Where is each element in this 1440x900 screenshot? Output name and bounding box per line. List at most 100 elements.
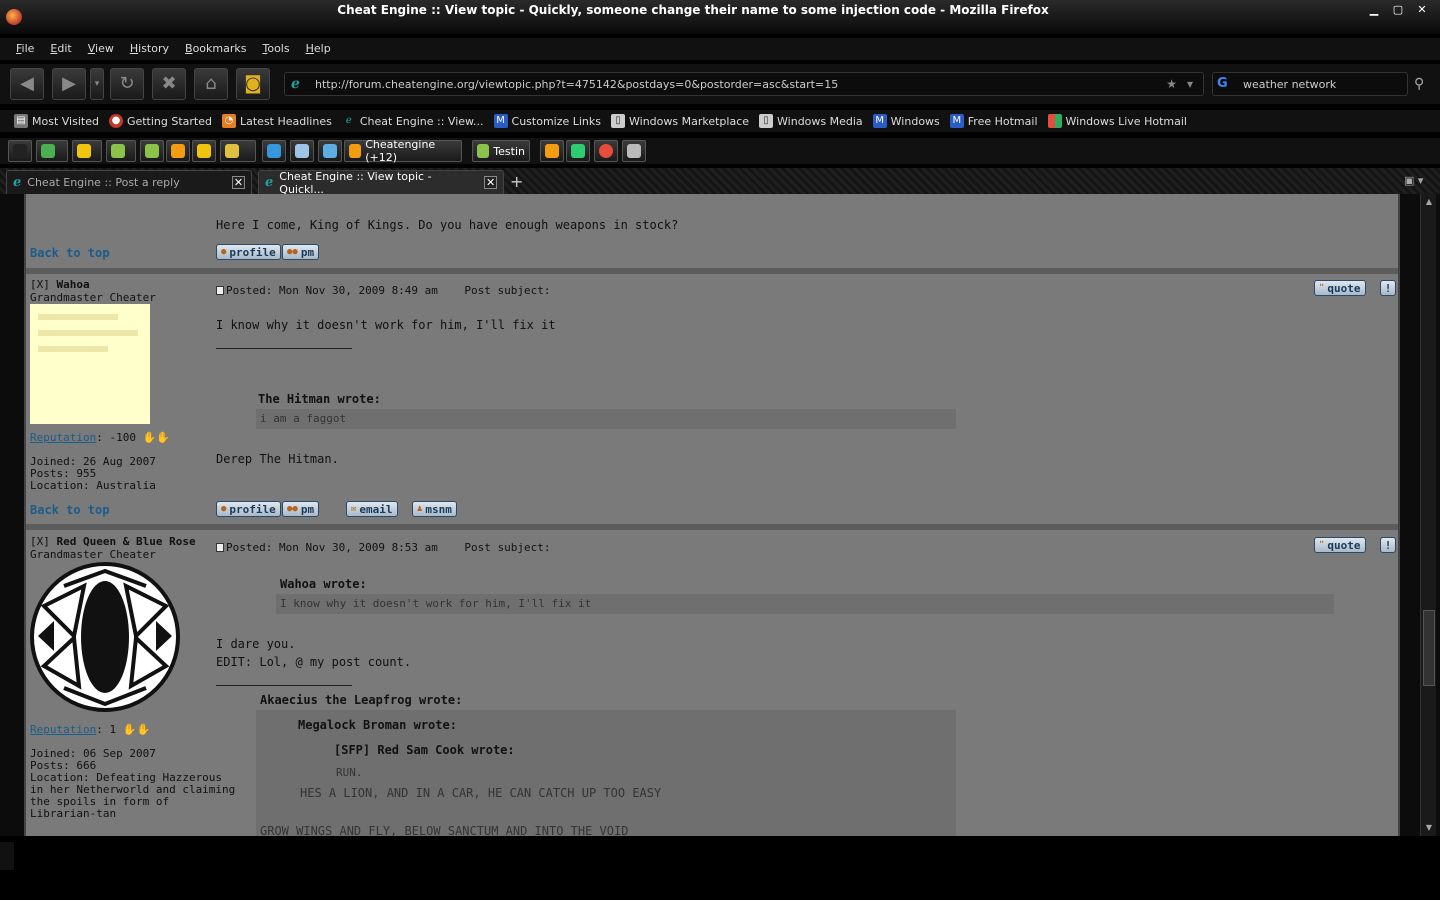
search-input[interactable]: weather network (1243, 78, 1336, 91)
close-tab-icon[interactable]: ✕ (232, 176, 245, 189)
signature-quote-author: Megalock Broman wrote: (298, 718, 457, 732)
quote-author: Wahoa wrote: (280, 577, 367, 591)
forward-arrow-icon: ▶ (62, 73, 76, 94)
ext-button-12[interactable] (540, 140, 564, 162)
reputation-link[interactable]: Reputation (30, 431, 96, 444)
ext-button-7[interactable] (192, 140, 216, 162)
profile-button[interactable]: ● profile (216, 244, 281, 260)
ext-button-8[interactable] (220, 140, 256, 162)
bookmark-windows[interactable]: M Windows (872, 114, 940, 128)
bookmark-customize-links[interactable]: M Customize Links (493, 114, 601, 128)
ext-button-1[interactable] (8, 140, 32, 162)
ext-button-3[interactable] (72, 140, 102, 162)
email-button[interactable]: ✉ email (346, 501, 398, 517)
screenshot-button[interactable]: ◙ (236, 68, 270, 100)
status-grip (0, 842, 14, 870)
close-tab-icon[interactable]: ✕ (484, 176, 497, 189)
url-bar[interactable]: ℯ http://forum.cheatengine.org/viewtopic… (284, 72, 1204, 96)
report-button[interactable]: ! (1380, 537, 1396, 553)
scroll-down-icon[interactable]: ▼ (1423, 822, 1435, 834)
ext-button-10[interactable] (290, 140, 314, 162)
ext-button-11[interactable] (318, 140, 342, 162)
menu-help[interactable]: Help (300, 38, 337, 60)
testin-button[interactable]: Testin (472, 140, 530, 162)
menu-history[interactable]: History (124, 38, 175, 60)
msn-icon: M (872, 114, 887, 128)
signature-quote-author: [SFP] Red Sam Cook wrote: (334, 743, 515, 757)
ext-button-15[interactable] (622, 140, 646, 162)
thumbs-down-icon[interactable]: ✋ (136, 723, 150, 736)
ext-button-9[interactable] (262, 140, 286, 162)
menu-edit[interactable]: Edit (44, 38, 77, 60)
history-dropdown[interactable]: ▾ (90, 68, 104, 100)
bookmark-getting-started[interactable]: ● Getting Started (108, 114, 212, 128)
reputation-link[interactable]: Reputation (30, 723, 96, 736)
thumbs-down-icon[interactable]: ✋ (156, 431, 170, 444)
bookmark-star-icon[interactable]: ★ (1166, 77, 1177, 91)
tab-post-a-reply[interactable]: ℯ Cheat Engine :: Post a reply ✕ (6, 170, 252, 194)
quote-icon: ❝ (1319, 540, 1325, 550)
bookmark-cheat-engine[interactable]: ℯ Cheat Engine :: View... (342, 114, 484, 128)
stop-button[interactable]: ✖ (152, 68, 186, 100)
ext-button-5[interactable] (140, 140, 164, 162)
url-dropdown-icon[interactable]: ▾ (1187, 77, 1193, 91)
tab-list-icon[interactable]: ▣ ▾ (1404, 174, 1423, 187)
signature-quote-text: HES A LION, AND IN A CAR, HE CAN CATCH U… (300, 786, 662, 800)
search-icon[interactable]: ⚲ (1414, 76, 1424, 92)
back-to-top-link[interactable]: Back to top (30, 503, 109, 517)
cheat-engine-icon: ℯ (13, 175, 22, 190)
menu-file[interactable]: File (10, 38, 40, 60)
quote-box: I know why it doesn't work for him, I'll… (276, 594, 1334, 614)
reload-button[interactable]: ↻ (110, 68, 144, 100)
ext-button-2[interactable] (36, 140, 68, 162)
menu-view[interactable]: View (82, 38, 120, 60)
menu-tools[interactable]: Tools (256, 38, 295, 60)
post-author: [X] Red Queen & Blue Rose (30, 535, 196, 548)
ext-button-6[interactable] (166, 140, 190, 162)
profile-button[interactable]: ● profile (216, 501, 281, 517)
bookmark-latest-headlines[interactable]: ◔ Latest Headlines (222, 114, 332, 128)
vertical-scrollbar[interactable]: ▲ ▼ (1420, 194, 1436, 836)
new-tab-button[interactable]: + (510, 172, 523, 191)
ext-button-14[interactable] (594, 140, 618, 162)
cheat-engine-icon: ℯ (345, 115, 352, 126)
maximize-button[interactable]: ▢ (1388, 2, 1408, 18)
close-window-button[interactable]: ✕ (1412, 2, 1432, 18)
back-button[interactable]: ◀ (10, 68, 44, 100)
search-bar[interactable]: G weather network (1212, 72, 1408, 96)
post-icon (216, 286, 224, 295)
ext-button-4[interactable] (106, 140, 136, 162)
quote-button[interactable]: ❝ quote (1314, 537, 1366, 553)
msnm-button[interactable]: ♟ msnm (412, 501, 457, 517)
bookmark-windows-live-hotmail[interactable]: Windows Live Hotmail (1047, 114, 1187, 128)
post-body: I know why it doesn't work for him, I'll… (216, 318, 556, 332)
home-icon: ⌂ (205, 73, 217, 94)
report-button[interactable]: ! (1380, 280, 1396, 296)
bookmark-windows-media[interactable]: ▯ Windows Media (759, 114, 863, 128)
scroll-up-icon[interactable]: ▲ (1423, 196, 1435, 208)
bookmark-most-visited[interactable]: ▤ Most Visited (14, 114, 99, 128)
pm-button[interactable]: ●● pm (282, 501, 320, 517)
forward-button[interactable]: ▶ (52, 68, 86, 100)
menu-bookmarks[interactable]: Bookmarks (179, 38, 252, 60)
minimize-button[interactable]: ▁ (1364, 2, 1384, 18)
scrollbar-thumb[interactable] (1423, 610, 1435, 686)
thumbs-up-icon[interactable]: ✋ (123, 723, 137, 736)
back-to-top-link[interactable]: Back to top (30, 246, 109, 260)
url-text[interactable]: http://forum.cheatengine.org/viewtopic.p… (315, 78, 1166, 91)
site-favicon-icon: ℯ (291, 76, 300, 92)
tab-view-topic[interactable]: ℯ Cheat Engine :: View topic - Quickl...… (258, 170, 504, 196)
bookmark-windows-marketplace[interactable]: ▯ Windows Marketplace (611, 114, 749, 128)
reputation-row: Reputation: -100 ✋✋ (30, 431, 171, 444)
quote-button[interactable]: ❝ quote (1314, 280, 1366, 296)
thumbs-up-icon[interactable]: ✋ (143, 431, 157, 444)
google-icon[interactable]: G (1217, 76, 1233, 92)
cheatengine-button[interactable]: Cheatengine (+12) (344, 138, 462, 164)
profile-icon: ● (221, 247, 227, 257)
ext-button-13[interactable] (566, 140, 590, 162)
pm-button[interactable]: ●● pm (282, 244, 320, 260)
bookmark-free-hotmail[interactable]: M Free Hotmail (949, 114, 1038, 128)
home-button[interactable]: ⌂ (194, 68, 228, 100)
envelope-icon: ✉ (351, 504, 357, 514)
msn-icon: ♟ (417, 504, 423, 514)
